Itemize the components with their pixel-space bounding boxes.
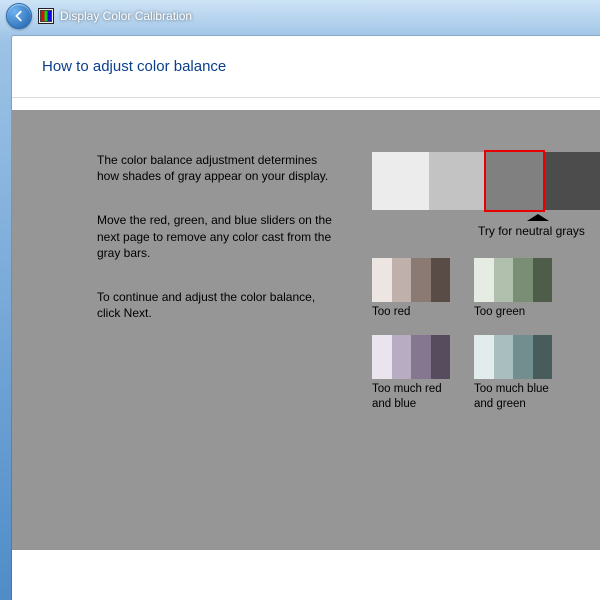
sample-too-green: Too green: [474, 258, 552, 319]
back-button[interactable]: [6, 3, 32, 29]
caption-too-green: Too green: [474, 305, 566, 319]
neutral-swatch-1: [372, 152, 429, 210]
sample-column: Try for neutral grays Too red Too green: [372, 152, 600, 411]
page-heading: How to adjust color balance: [42, 58, 600, 75]
titlebar: Display Color Calibration: [0, 0, 600, 32]
app-icon: [38, 8, 54, 24]
content-panel: The color balance adjustment determines …: [12, 110, 600, 550]
neutral-swatch-2: [429, 152, 486, 210]
instruction-column: The color balance adjustment determines …: [97, 152, 338, 349]
instruction-para-1: The color balance adjustment determines …: [97, 152, 338, 184]
swatch-row: [372, 258, 450, 302]
neutral-hint-label: Try for neutral grays: [478, 224, 585, 238]
client-area: How to adjust color balance The color ba…: [12, 36, 600, 600]
instruction-para-3: To continue and adjust the color balance…: [97, 289, 338, 321]
tinted-samples-grid: Too red Too green Too much red and blue: [372, 258, 582, 411]
neutral-swatch-3-highlighted: [486, 152, 543, 210]
swatch-row: [474, 335, 552, 379]
sample-too-much-blue-green: Too much blue and green: [474, 335, 552, 411]
swatch-row: [474, 258, 552, 302]
caption-too-rb: Too much red and blue: [372, 382, 464, 411]
sample-too-red: Too red: [372, 258, 450, 319]
back-arrow-icon: [12, 9, 26, 23]
neutral-swatch-4: [543, 152, 600, 210]
pointer-arrow-icon: [527, 214, 549, 221]
neutral-gray-strip: [372, 152, 600, 210]
window-title: Display Color Calibration: [60, 9, 192, 23]
page-header: How to adjust color balance: [12, 36, 600, 98]
content-wrap: The color balance adjustment determines …: [12, 98, 600, 600]
caption-too-red: Too red: [372, 305, 464, 319]
caption-too-bg: Too much blue and green: [474, 382, 566, 411]
window-chrome: Display Color Calibration How to adjust …: [0, 0, 600, 600]
swatch-row: [372, 335, 450, 379]
sample-too-much-red-blue: Too much red and blue: [372, 335, 450, 411]
instruction-para-2: Move the red, green, and blue sliders on…: [97, 212, 338, 261]
